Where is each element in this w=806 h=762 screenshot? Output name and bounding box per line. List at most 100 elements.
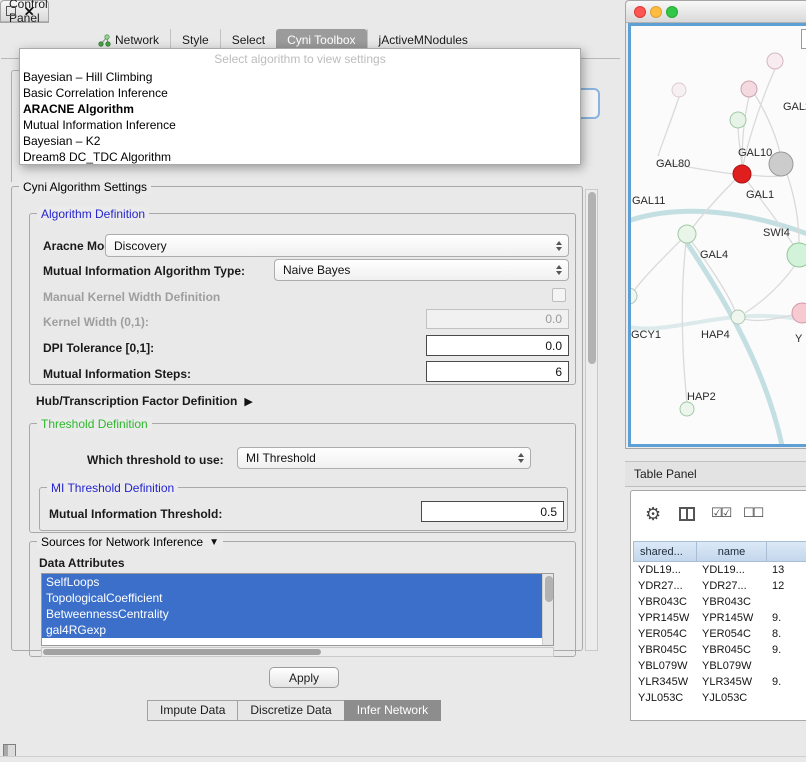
settings-gear-icon[interactable]: ⚙ xyxy=(645,504,661,525)
network-view-window: GAL80 GAL10 GAL11 GAL1 SWI4 GAL4 GCY1 HA… xyxy=(625,0,806,449)
list-horizontal-scrollbar[interactable] xyxy=(41,647,554,657)
birdseye-fragment[interactable] xyxy=(801,29,806,49)
control-panel-window: Control Panel ✕ Network Style Select Cyn… xyxy=(0,0,49,23)
node-label: Y xyxy=(795,333,803,345)
aracne-mode-select[interactable]: Discovery xyxy=(105,234,569,257)
stepper-icon xyxy=(552,241,568,251)
dropdown-item[interactable]: Bayesian – Hill Climbing xyxy=(20,69,580,85)
network-node[interactable] xyxy=(680,402,694,416)
node-label: GAL10 xyxy=(738,147,772,159)
network-node-red[interactable] xyxy=(733,165,751,183)
tab-discretize-data[interactable]: Discretize Data xyxy=(237,700,344,721)
network-node[interactable] xyxy=(672,83,686,97)
threshold-definition-title: Threshold Definition xyxy=(37,417,152,431)
network-node[interactable] xyxy=(730,112,746,128)
network-graph: GAL80 GAL10 GAL11 GAL1 SWI4 GAL4 GCY1 HA… xyxy=(631,26,806,444)
dpi-tolerance-label: DPI Tolerance [0,1]: xyxy=(43,341,154,355)
network-node[interactable] xyxy=(767,53,783,69)
apply-button-label: Apply xyxy=(289,671,319,685)
column-header-shared-name[interactable]: shared... xyxy=(633,541,697,562)
tab-impute-data-label: Impute Data xyxy=(160,703,225,717)
sources-group-title-row[interactable]: Sources for Network Inference ▼ xyxy=(37,535,223,549)
attribute-item[interactable]: gal4RGexp xyxy=(42,622,542,638)
network-node-gray[interactable] xyxy=(769,152,793,176)
deselect-all-checkboxes-icon[interactable]: ☐☐ xyxy=(743,505,762,521)
cell: YLR345W xyxy=(697,674,767,690)
algorithm-dropdown-popup: Select algorithm to view settings Bayesi… xyxy=(19,48,581,165)
select-all-checkboxes-icon[interactable]: ☑☑ xyxy=(711,505,730,521)
network-tab-icon xyxy=(98,34,111,47)
bottom-divider xyxy=(0,756,806,757)
close-traffic-light[interactable] xyxy=(634,6,646,18)
network-node[interactable] xyxy=(631,288,637,304)
attribute-item[interactable]: SelfLoops xyxy=(42,574,542,590)
mi-algo-type-value: Naive Bayes xyxy=(283,263,350,277)
apply-button[interactable]: Apply xyxy=(269,667,339,688)
cell: YBL079W xyxy=(697,658,767,674)
hub-definition-label: Hub/Transcription Factor Definition xyxy=(36,394,237,408)
list-horizontal-scrollbar-thumb[interactable] xyxy=(43,649,321,655)
network-node[interactable] xyxy=(787,243,806,267)
mi-threshold-field[interactable] xyxy=(421,501,564,522)
zoom-traffic-light[interactable] xyxy=(666,6,678,18)
column-header-name[interactable]: name xyxy=(697,541,767,562)
cell: YDR27... xyxy=(633,578,697,594)
algorithm-definition-title: Algorithm Definition xyxy=(37,207,149,221)
cell: YDL19... xyxy=(697,562,767,578)
which-threshold-select[interactable]: MI Threshold xyxy=(237,447,531,469)
column-header-cut[interactable] xyxy=(767,541,806,562)
mi-threshold-label: Mutual Information Threshold: xyxy=(49,507,222,521)
network-node[interactable] xyxy=(741,81,757,97)
which-threshold-label: Which threshold to use: xyxy=(87,453,224,467)
cell xyxy=(767,690,806,706)
tab-cyni-toolbox-label: Cyni Toolbox xyxy=(287,33,355,47)
settings-scrollbar[interactable] xyxy=(585,189,598,651)
cell: YPR145W xyxy=(697,610,767,626)
cell: 9. xyxy=(767,674,806,690)
attribute-item[interactable]: TopologicalCoefficient xyxy=(42,590,542,606)
network-node-labels: GAL80 GAL10 GAL11 GAL1 SWI4 GAL4 GCY1 HA… xyxy=(631,101,806,403)
cell: YER054C xyxy=(633,626,697,642)
cell: 9. xyxy=(767,610,806,626)
collapse-down-icon: ▼ xyxy=(209,537,219,548)
dropdown-item[interactable]: Dream8 DC_TDC Algorithm xyxy=(20,149,580,165)
dropdown-item[interactable]: Basic Correlation Inference xyxy=(20,85,580,101)
table-panel-window: ⚙ ☑☑ ☐☐ shared... name YDL19... YDL19...… xyxy=(630,490,806,721)
dropdown-item-selected[interactable]: ARACNE Algorithm xyxy=(20,101,580,117)
column-chooser-icon[interactable] xyxy=(679,507,695,521)
settings-scrollbar-thumb[interactable] xyxy=(588,192,596,364)
tab-select-label: Select xyxy=(232,33,265,47)
float-window-icon[interactable] xyxy=(6,6,16,16)
kernel-width-field[interactable] xyxy=(426,309,569,329)
tab-jactivemodules-label: jActiveMNodules xyxy=(379,33,468,47)
mi-algo-type-select[interactable]: Naive Bayes xyxy=(274,259,569,281)
hub-definition-row[interactable]: Hub/Transcription Factor Definition ▶ xyxy=(36,394,253,408)
expand-right-icon: ▶ xyxy=(244,395,252,408)
cell: 13 xyxy=(767,562,806,578)
network-node[interactable] xyxy=(678,225,696,243)
node-label: GCY1 xyxy=(631,329,661,341)
column-header-label: shared... xyxy=(640,546,683,558)
minimize-traffic-light[interactable] xyxy=(650,6,662,18)
list-vertical-scrollbar[interactable] xyxy=(542,574,553,645)
close-icon[interactable]: ✕ xyxy=(24,4,35,20)
dropdown-item[interactable]: Bayesian – K2 xyxy=(20,133,580,149)
column-header-label: name xyxy=(718,546,746,558)
tab-impute-data[interactable]: Impute Data xyxy=(147,700,238,721)
cell: 9. xyxy=(767,642,806,658)
cell: YJL053C xyxy=(633,690,697,706)
manual-kernel-checkbox[interactable] xyxy=(552,288,566,302)
dpi-tolerance-field[interactable] xyxy=(426,335,569,356)
list-vertical-scrollbar-thumb[interactable] xyxy=(545,576,553,602)
cell: 8. xyxy=(767,626,806,642)
attribute-item[interactable]: BetweennessCentrality xyxy=(42,606,542,622)
dropdown-placeholder: Select algorithm to view settings xyxy=(20,49,580,69)
cell: YBR043C xyxy=(633,594,697,610)
network-node[interactable] xyxy=(731,310,745,324)
mi-steps-field[interactable] xyxy=(426,361,569,382)
dropdown-item[interactable]: Mutual Information Inference xyxy=(20,117,580,133)
network-canvas[interactable]: GAL80 GAL10 GAL11 GAL1 SWI4 GAL4 GCY1 HA… xyxy=(628,23,806,447)
node-label: GAL4 xyxy=(700,249,728,261)
tab-infer-network[interactable]: Infer Network xyxy=(344,700,441,721)
which-threshold-value: MI Threshold xyxy=(246,451,316,465)
